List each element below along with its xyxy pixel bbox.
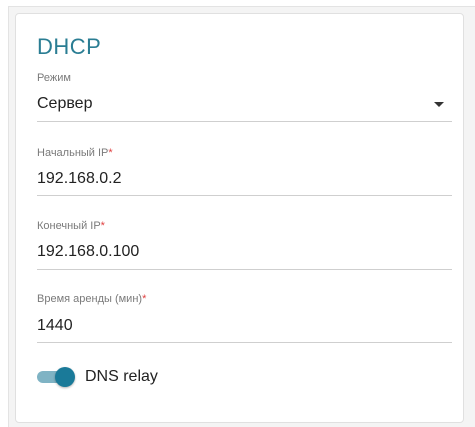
end-ip-underline [37,269,452,270]
end-ip-input[interactable]: 192.168.0.100 [37,243,139,261]
end-ip-label-text: Конечный IP [37,220,101,232]
required-mark: * [142,293,147,305]
mode-underline [37,121,452,122]
start-ip-label-text: Начальный IP [37,147,109,159]
dns-relay-toggle[interactable] [37,367,75,387]
mode-select[interactable] [37,92,452,120]
toggle-knob [55,367,75,387]
start-ip-underline [37,195,452,196]
required-mark: * [100,220,105,232]
lease-time-input[interactable]: 1440 [37,317,73,335]
dns-relay-label: DNS relay [85,368,158,385]
end-ip-label: Конечный IP* [37,220,105,232]
start-ip-label: Начальный IP* [37,147,113,159]
section-title: DHCP [37,34,102,59]
chevron-down-icon [434,102,444,107]
mode-label: Режим [37,72,71,84]
lease-time-underline [37,342,452,343]
lease-time-label: Время аренды (мин)* [37,293,146,305]
lease-time-label-text: Время аренды (мин) [37,293,143,305]
mode-value: Сервер [37,95,93,112]
start-ip-input[interactable]: 192.168.0.2 [37,170,122,188]
dhcp-card [15,13,464,423]
required-mark: * [108,147,113,159]
